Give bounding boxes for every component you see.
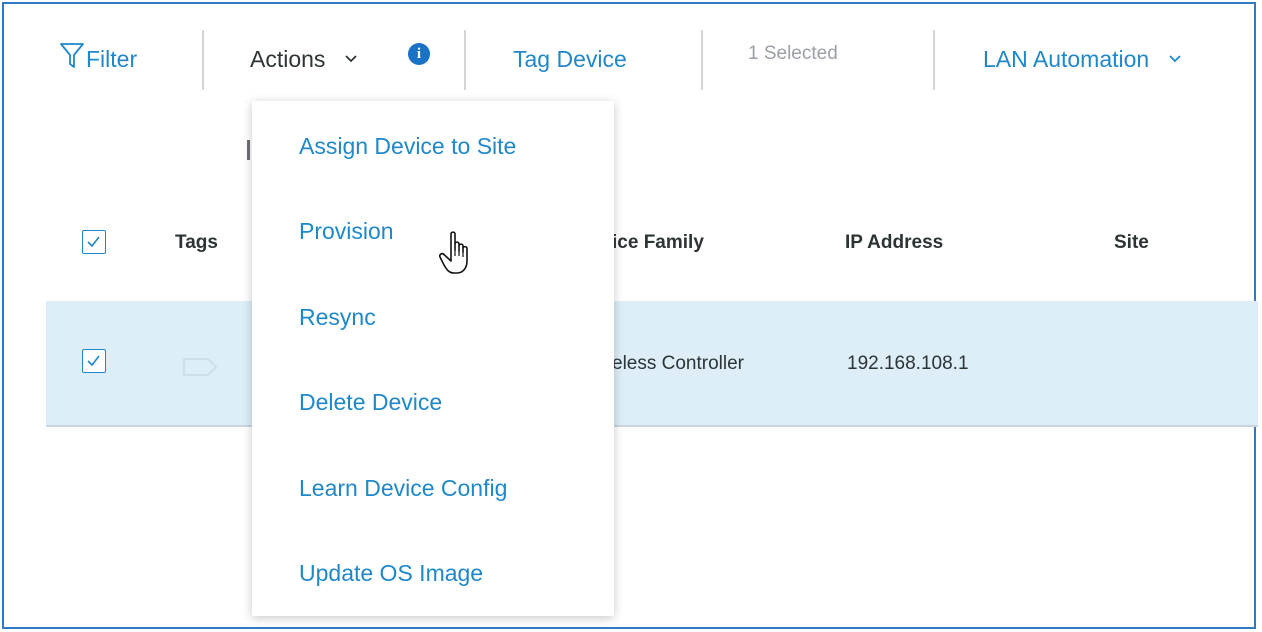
menu-item-assign-device-to-site[interactable]: Assign Device to Site	[299, 133, 516, 160]
checkbox-icon	[87, 355, 100, 367]
actions-menu: Assign Device to Site Provision Resync D…	[252, 101, 614, 616]
lan-automation-label: LAN Automation	[983, 46, 1150, 72]
table-row[interactable]: eless Controller 192.168.108.1	[46, 301, 1258, 427]
selected-count: 1 Selected	[748, 43, 838, 65]
ip-address-cell: 192.168.108.1	[847, 353, 969, 374]
toolbar-divider	[701, 30, 703, 90]
chevron-down-icon	[345, 55, 357, 63]
column-header-tags[interactable]: Tags	[175, 232, 218, 254]
hidden-control-stub	[247, 140, 250, 160]
actions-label: Actions	[250, 46, 326, 72]
menu-item-delete-device[interactable]: Delete Device	[299, 389, 442, 416]
menu-item-provision[interactable]: Provision	[299, 218, 394, 245]
column-header-ip-address[interactable]: IP Address	[845, 232, 943, 254]
table-header-row: Tags ice Family IP Address Site	[44, 214, 1254, 274]
row-checkbox[interactable]	[82, 349, 106, 373]
lan-automation-dropdown-button[interactable]: LAN Automation	[983, 46, 1182, 73]
checkbox-icon	[87, 236, 100, 248]
toolbar-divider	[202, 30, 204, 90]
device-inventory-frame: Filter Actions i Tag Device 1 Selected L…	[2, 2, 1258, 629]
toolbar-divider	[464, 30, 466, 90]
select-all-checkbox[interactable]	[82, 230, 106, 254]
filter-label: Filter	[86, 46, 138, 72]
chevron-down-icon	[1168, 55, 1181, 63]
tag-device-label: Tag Device	[513, 46, 627, 72]
info-icon[interactable]: i	[408, 43, 430, 65]
tag-device-button[interactable]: Tag Device	[513, 46, 627, 73]
menu-item-resync[interactable]: Resync	[299, 304, 376, 331]
selected-count-label: 1 Selected	[748, 43, 838, 64]
toolbar-divider	[933, 30, 935, 90]
hand-pointer-icon	[439, 231, 468, 274]
filter-icon	[60, 43, 84, 68]
column-header-device-family[interactable]: ice Family	[612, 232, 704, 254]
tag-icon[interactable]	[182, 357, 218, 377]
toolbar: Filter Actions i Tag Device 1 Selected L…	[4, 4, 1254, 104]
column-header-site[interactable]: Site	[1114, 232, 1149, 254]
menu-item-update-os-image[interactable]: Update OS Image	[299, 560, 483, 587]
actions-dropdown-button[interactable]: Actions	[250, 46, 358, 73]
menu-item-learn-device-config[interactable]: Learn Device Config	[299, 475, 507, 502]
device-family-cell: eless Controller	[612, 353, 744, 374]
